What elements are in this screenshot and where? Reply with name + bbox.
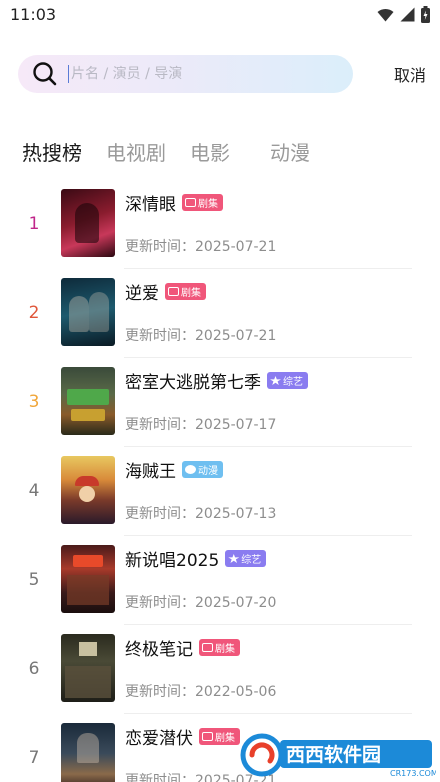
list-item[interactable]: 1 深情眼 剧集 更新时间：2025-07-21 [0,180,440,269]
tv-badge-icon [185,198,196,207]
signal-icon [400,7,415,22]
poster-image[interactable] [61,634,115,702]
update-date: 更新时间：2025-07-13 [125,506,277,522]
status-icons [377,6,430,23]
list-item[interactable]: 6 终极笔记 剧集 更新时间：2022-05-06 [0,625,440,714]
badge-label: 动漫 [198,466,218,477]
svg-text:西西软件园: 西西软件园 [286,743,381,766]
tv-badge-icon [168,287,179,296]
wifi-icon [377,8,394,21]
item-title: 逆爱 [125,284,159,304]
rank-number: 2 [28,303,40,323]
status-bar: 11:03 [0,0,440,30]
rank-number: 5 [28,570,40,590]
poster-image[interactable] [61,189,115,257]
star-badge-icon [270,376,281,385]
update-date: 更新时间：2022-05-06 [125,684,277,700]
category-badge: 综艺 [225,550,267,567]
badge-label: 剧集 [198,199,218,210]
star-badge-icon [228,554,240,563]
tab-movies[interactable]: 电影 [190,137,230,166]
badge-label: 剧集 [215,733,235,744]
badge-label: 剧集 [215,644,235,655]
badge-label: 剧集 [181,288,201,299]
search-bar: 取消 [18,54,426,94]
svg-text:CR173.COM: CR173.COM [390,769,436,778]
search-box[interactable] [18,55,353,93]
item-title: 密室大逃脱第七季 [125,373,261,393]
update-date: 更新时间：2025-07-21 [125,328,277,344]
category-badge: 动漫 [182,461,223,478]
update-date: 更新时间：2025-07-20 [125,595,277,611]
status-time: 11:03 [10,5,57,24]
category-badge: 综艺 [267,372,308,389]
title-row: 逆爱 剧集 [125,279,206,304]
search-icon[interactable] [32,61,58,87]
list-item[interactable]: 3 密室大逃脱第七季 综艺 更新时间：2025-07-17 [0,358,440,447]
battery-icon [421,6,430,23]
list-item[interactable]: 5 新说唱2025 综艺 更新时间：2025-07-20 [0,536,440,625]
category-badge: 剧集 [165,283,206,300]
hot-search-list: 1 深情眼 剧集 更新时间：2025-07-21 2 逆爱 剧集 更新时间：20… [0,180,440,782]
tab-hot-search[interactable]: 热搜榜 [22,137,82,166]
search-input[interactable] [68,65,328,83]
list-item[interactable]: 4 海贼王 动漫 更新时间：2025-07-13 [0,447,440,536]
rank-number: 1 [28,214,40,234]
category-badge: 剧集 [182,194,223,211]
title-row: 深情眼 剧集 [125,190,223,215]
title-row: 密室大逃脱第七季 综艺 [125,368,308,393]
badge-label: 综艺 [283,377,303,388]
rank-number: 3 [28,392,40,412]
poster-image[interactable] [61,278,115,346]
anime-badge-icon [185,465,196,474]
cancel-button[interactable]: 取消 [394,62,426,86]
tab-tv-series[interactable]: 电视剧 [106,137,166,166]
poster-image[interactable] [61,723,115,782]
item-title: 恋爱潜伏 [125,729,193,749]
title-row: 终极笔记 剧集 [125,635,240,660]
poster-image[interactable] [61,456,115,524]
category-badge: 剧集 [199,728,240,745]
title-row: 恋爱潜伏 剧集 [125,724,240,749]
item-title: 新说唱2025 [125,551,220,571]
item-title: 海贼王 [125,462,176,482]
update-date: 更新时间：2025-07-17 [125,417,277,433]
poster-image[interactable] [61,367,115,435]
tab-anime[interactable]: 动漫 [270,137,310,166]
title-row: 新说唱2025 综艺 [125,546,267,571]
item-title: 终极笔记 [125,640,193,660]
rank-number: 4 [28,481,40,501]
list-item[interactable]: 2 逆爱 剧集 更新时间：2025-07-21 [0,269,440,358]
update-date: 更新时间：2025-07-21 [125,239,277,255]
item-title: 深情眼 [125,195,176,215]
rank-number: 6 [28,659,40,679]
rank-number: 7 [28,748,40,768]
poster-image[interactable] [61,545,115,613]
watermark-logo: 西西软件园 CR173.COM [240,732,438,778]
badge-label: 综艺 [241,555,262,566]
tv-badge-icon [202,643,213,652]
title-row: 海贼王 动漫 [125,457,223,482]
tv-badge-icon [202,732,213,741]
category-badge: 剧集 [199,639,240,656]
category-tabs: 热搜榜 电视剧 电影 动漫 [22,137,334,166]
